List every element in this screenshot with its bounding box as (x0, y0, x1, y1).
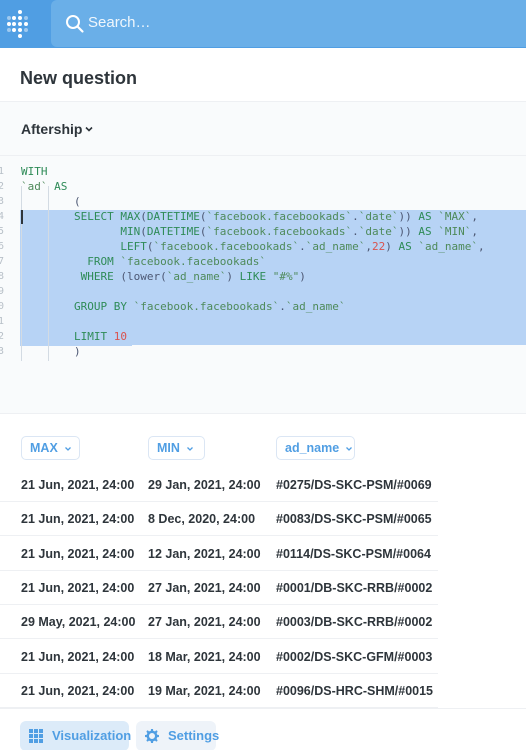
search-icon (66, 15, 84, 33)
table-cell[interactable]: 8 Dec, 2020, 24:00 (148, 512, 255, 526)
table-row: 21 Jun, 2021, 24:00 19 Mar, 2021, 24:00 #0… (0, 673, 438, 708)
column-header-label: MIN (157, 441, 180, 455)
table-cell[interactable]: 12 Jan, 2021, 24:00 (148, 547, 261, 561)
page-title: New question (20, 68, 138, 88)
line-number: 8 (0, 269, 8, 284)
code-text: SELECT MAX(DATETIME(`facebook.facebookad… (73, 210, 479, 223)
table-cell[interactable]: #0275/DS-SKC-PSM/#0069 (276, 478, 432, 492)
line-number: 2 (0, 329, 8, 344)
line-number: 2 (0, 179, 8, 194)
code-text: LEFT(`facebook.facebookads`.`ad_name`,22… (120, 240, 485, 253)
code-text: ( (21, 195, 81, 208)
code-line[interactable]: 3 ) (0, 344, 526, 359)
code-text: WITH (21, 165, 48, 178)
chevron-down-icon (64, 446, 71, 451)
table-cell[interactable]: 29 May, 2021, 24:00 (21, 615, 135, 629)
column-header-max[interactable]: MAX (21, 436, 80, 460)
visualization-label: Visualization (52, 728, 132, 743)
code-line[interactable]: 7 FROM `facebook.facebookads` (0, 254, 526, 269)
code-line[interactable]: 5 MIN(DATETIME(`facebook.facebookads`.`d… (0, 224, 526, 239)
gear-icon (145, 729, 159, 743)
code-line[interactable]: 1 WITH (0, 164, 526, 179)
table-row: 21 Jun, 2021, 24:00 12 Jan, 2021, 24:00 #0… (0, 536, 438, 571)
code-text: LIMIT 10 (73, 330, 127, 343)
table-row: 21 Jun, 2021, 24:00 27 Jan, 2021, 24:00 #0… (0, 570, 438, 605)
table-cell[interactable]: #0001/DB-SKC-RRB/#0002 (276, 581, 432, 595)
line-number: 4 (0, 209, 8, 224)
top-nav: Search… (0, 0, 526, 48)
table-cell[interactable]: 21 Jun, 2021, 24:00 (21, 581, 134, 595)
column-header-label: ad_name (285, 441, 340, 455)
settings-button[interactable]: Settings (136, 721, 220, 750)
code-line[interactable]: 2 `ad` AS (0, 179, 526, 194)
chevron-down-icon (186, 446, 193, 451)
table-cell[interactable]: #0096/DS-HRC-SHM/#0015 (276, 684, 433, 698)
table-row: 21 Jun, 2021, 24:00 29 Jan, 2021, 24:00 #0… (0, 467, 438, 502)
table-cell[interactable]: 27 Jan, 2021, 24:00 (148, 615, 261, 629)
code-line[interactable]: 9 (0, 284, 526, 299)
results-table: MAX MIN ad_name 21 Jun, 2021, 24:00 29 Ja… (0, 414, 526, 708)
settings-label: Settings (168, 728, 220, 743)
table-cell[interactable]: 21 Jun, 2021, 24:00 (21, 478, 134, 492)
database-name[interactable]: Aftership (21, 121, 82, 137)
table-cell[interactable]: #0003/DB-SKC-RRB/#0002 (276, 615, 432, 629)
table-row: 29 May, 2021, 24:00 27 Jan, 2021, 24:00 #0… (0, 604, 438, 640)
table-cell[interactable]: #0083/DS-SKC-PSM/#0065 (276, 512, 432, 526)
column-header-ad-name[interactable]: ad_name (276, 436, 355, 460)
table-cell[interactable]: 21 Jun, 2021, 24:00 (21, 650, 134, 664)
chevron-down-icon (346, 446, 353, 451)
table-cell[interactable]: 19 Mar, 2021, 24:00 (148, 684, 261, 698)
code-line[interactable]: 8 WHERE (lower(`ad_name`) LIKE "#%") (0, 269, 526, 284)
line-number: 9 (0, 284, 8, 299)
chevron-down-icon[interactable] (84, 124, 94, 134)
question-header: New question (0, 48, 526, 102)
search-input[interactable]: Search… (88, 14, 151, 31)
code-line[interactable]: 1 (0, 314, 526, 329)
line-number: 5 (0, 224, 8, 239)
line-number: 1 (0, 314, 8, 329)
line-number: 3 (0, 344, 8, 359)
table-cell[interactable]: 29 Jan, 2021, 24:00 (148, 478, 261, 492)
code-line[interactable]: 6 LEFT(`facebook.facebookads`.`ad_name`,… (0, 239, 526, 254)
code-line[interactable]: 4 SELECT MAX(DATETIME(`facebook.facebook… (0, 209, 526, 224)
table-row: 21 Jun, 2021, 24:00 18 Mar, 2021, 24:00 #0… (0, 639, 438, 674)
code-text: FROM `facebook.facebookads` (87, 255, 267, 268)
code-line[interactable]: 3 ( (0, 194, 526, 209)
metabase-logo-icon[interactable] (7, 10, 33, 38)
line-number: 7 (0, 254, 8, 269)
table-cell[interactable]: 21 Jun, 2021, 24:00 (21, 684, 134, 698)
sql-editor[interactable]: 1WITH2`ad` AS3 (4 SELECT MAX(DATETIME(`f… (0, 156, 526, 414)
table-row: 21 Jun, 2021, 24:00 8 Dec, 2020, 24:00 #00… (0, 501, 438, 537)
line-number: 3 (0, 194, 8, 209)
table-cell[interactable]: #0002/DS-SKC-GFM/#0003 (276, 650, 432, 664)
database-picker[interactable]: Aftership (0, 102, 526, 156)
line-number: 1 (0, 164, 8, 179)
code-text: WHERE (lower(`ad_name`) LIKE "#%") (80, 270, 306, 283)
code-line[interactable]: 2 LIMIT 10 (0, 329, 526, 344)
code-text: MIN(DATETIME(`facebook.facebookads`.`dat… (120, 225, 479, 238)
code-text: GROUP BY `facebook.facebookads`.`ad_name… (73, 300, 346, 313)
line-number: 6 (0, 239, 8, 254)
footer-bar: Visualization Settings (0, 708, 526, 750)
column-header-label: MAX (30, 441, 58, 455)
code-text: ) (21, 345, 81, 358)
grid-icon (29, 729, 43, 743)
visualization-button[interactable]: Visualization (20, 721, 132, 750)
table-cell[interactable]: 21 Jun, 2021, 24:00 (21, 547, 134, 561)
table-cell[interactable]: 18 Mar, 2021, 24:00 (148, 650, 261, 664)
table-cell[interactable]: 21 Jun, 2021, 24:00 (21, 512, 134, 526)
line-number: 0 (0, 299, 8, 314)
code-text: `ad` AS (21, 180, 68, 193)
table-cell[interactable]: 27 Jan, 2021, 24:00 (148, 581, 261, 595)
code-line[interactable]: 0 GROUP BY `facebook.facebookads`.`ad_na… (0, 299, 526, 314)
search-bar[interactable]: Search… (51, 0, 526, 47)
column-header-min[interactable]: MIN (148, 436, 205, 460)
table-cell[interactable]: #0114/DS-SKC-PSM/#0064 (276, 547, 431, 561)
